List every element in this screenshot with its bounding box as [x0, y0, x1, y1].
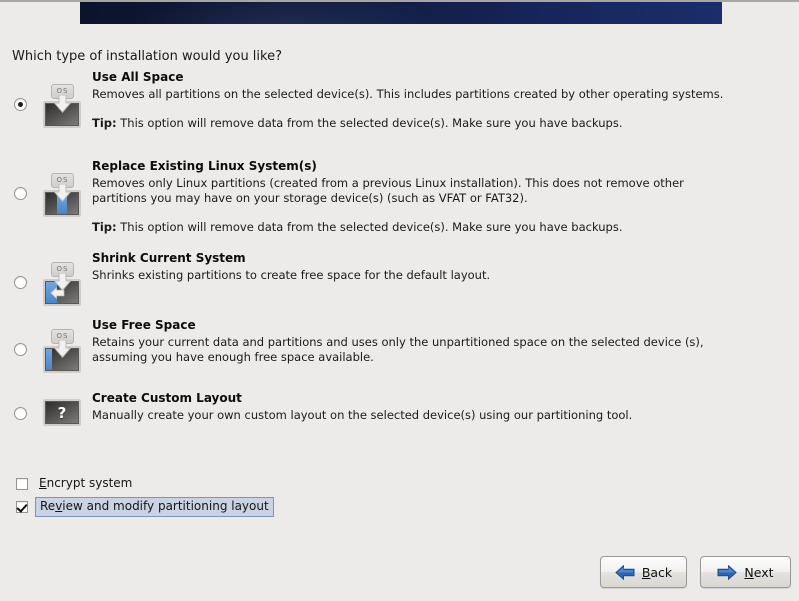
disk-fill-free: [46, 349, 53, 370]
next-button[interactable]: Next: [700, 556, 791, 588]
option-title: Use All Space: [92, 70, 184, 84]
option-description: Shrinks existing partitions to create fr…: [92, 268, 491, 282]
option-title: Replace Existing Linux System(s): [92, 159, 317, 173]
radio-use-all-space[interactable]: [13, 98, 27, 111]
arrow-down-icon: [54, 184, 71, 202]
installation-type-options: OS Use All Space Removes all partitions …: [0, 70, 799, 441]
option-use-all-space[interactable]: OS Use All Space Removes all partitions …: [0, 70, 799, 156]
option-title: Create Custom Layout: [92, 391, 242, 405]
back-button-label: Back: [642, 565, 672, 580]
icon-cell-replace-existing-linux: OS: [40, 159, 92, 219]
label-rest: ext: [753, 564, 774, 580]
icon-cell-use-all-space: OS: [40, 70, 92, 130]
text-cell-use-free-space: Use Free Space Retains your current data…: [92, 318, 799, 365]
radio-replace-existing-linux[interactable]: [13, 187, 27, 200]
mnemonic-letter: E: [39, 476, 47, 490]
disk-use-free-space-icon: OS: [40, 329, 84, 375]
radio-cell-shrink-current-system: [0, 251, 40, 289]
text-cell-use-all-space: Use All Space Removes all partitions on …: [92, 70, 799, 131]
radio-create-custom-layout[interactable]: [13, 407, 27, 420]
option-tip-label: Tip:: [92, 220, 117, 234]
header-banner: [80, 2, 722, 24]
radio-shrink-current-system[interactable]: [13, 276, 27, 289]
arrow-right-icon: [717, 564, 738, 580]
option-replace-existing-linux[interactable]: OS Replace Existing Linux System(s) Remo…: [0, 159, 799, 245]
option-tip: Tip: This option will remove data from t…: [92, 220, 729, 235]
arrow-down-icon: [54, 340, 71, 358]
banner-sheen: [80, 2, 722, 24]
arrow-left-icon: [615, 564, 635, 580]
radio-cell-use-all-space: [0, 70, 40, 111]
icon-cell-create-custom-layout: ?: [40, 391, 92, 433]
mnemonic-letter: N: [744, 564, 754, 580]
disk-box: ?: [43, 399, 81, 426]
checkbox-label-review-partitioning: Review and modify partitioning layout: [35, 497, 274, 517]
option-description: Removes all partitions on the selected d…: [92, 87, 724, 101]
page-title: Which type of installation would you lik…: [12, 49, 282, 64]
option-description: Manually create your own custom layout o…: [92, 408, 633, 422]
radio-use-free-space[interactable]: [13, 343, 27, 356]
disk-shrink-icon: OS: [40, 262, 84, 308]
radio-cell-create-custom-layout: [0, 391, 40, 420]
checkbox-encrypt-system[interactable]: [16, 477, 28, 490]
disk-custom-layout-icon: ?: [40, 399, 84, 433]
checkbox-label-encrypt-system: Encrypt system: [39, 476, 132, 491]
radio-cell-replace-existing-linux: [0, 159, 40, 200]
text-cell-replace-existing-linux: Replace Existing Linux System(s) Removes…: [92, 159, 799, 235]
option-tip-text: This option will remove data from the se…: [120, 220, 623, 234]
option-create-custom-layout[interactable]: ? Create Custom Layout Manually create y…: [0, 391, 799, 441]
disk-replace-existing-icon: OS: [40, 173, 84, 219]
icon-cell-use-free-space: OS: [40, 318, 92, 375]
checkbox-row-review-partitioning[interactable]: Review and modify partitioning layout: [16, 497, 274, 517]
text-cell-shrink-current-system: Shrink Current System Shrinks existing p…: [92, 251, 799, 283]
arrow-down-icon: [54, 95, 71, 113]
option-description: Retains your current data and partitions…: [92, 335, 704, 364]
label-rest: ncrypt system: [46, 476, 133, 490]
radio-cell-use-free-space: [0, 318, 40, 356]
option-title: Shrink Current System: [92, 251, 246, 265]
checkbox-review-partitioning[interactable]: [16, 501, 28, 513]
option-title: Use Free Space: [92, 318, 196, 332]
label-rest: iew and modify partitioning layout: [62, 499, 269, 513]
disk-use-all-space-icon: OS: [40, 84, 84, 130]
option-tip-text: This option will remove data from the se…: [120, 116, 623, 130]
label-rest: ack: [650, 564, 673, 580]
option-description: Removes only Linux partitions (created f…: [92, 176, 684, 205]
icon-cell-shrink-current-system: OS: [40, 251, 92, 308]
disk-inner: ?: [45, 401, 79, 424]
option-use-free-space[interactable]: OS Use Free Space Retains your current d…: [0, 318, 799, 386]
option-tip-label: Tip:: [92, 116, 117, 130]
question-mark-icon: ?: [57, 404, 67, 422]
checkbox-row-encrypt-system[interactable]: Encrypt system: [16, 476, 132, 491]
back-button[interactable]: Back: [600, 556, 687, 588]
label-prefix: Re: [40, 499, 56, 513]
arrow-left-icon: [50, 287, 65, 299]
option-shrink-current-system[interactable]: OS Shrink Current System Shrinks existin…: [0, 251, 799, 312]
text-cell-create-custom-layout: Create Custom Layout Manually create you…: [92, 391, 799, 423]
option-tip: Tip: This option will remove data from t…: [92, 116, 729, 131]
next-button-label: Next: [744, 565, 773, 580]
